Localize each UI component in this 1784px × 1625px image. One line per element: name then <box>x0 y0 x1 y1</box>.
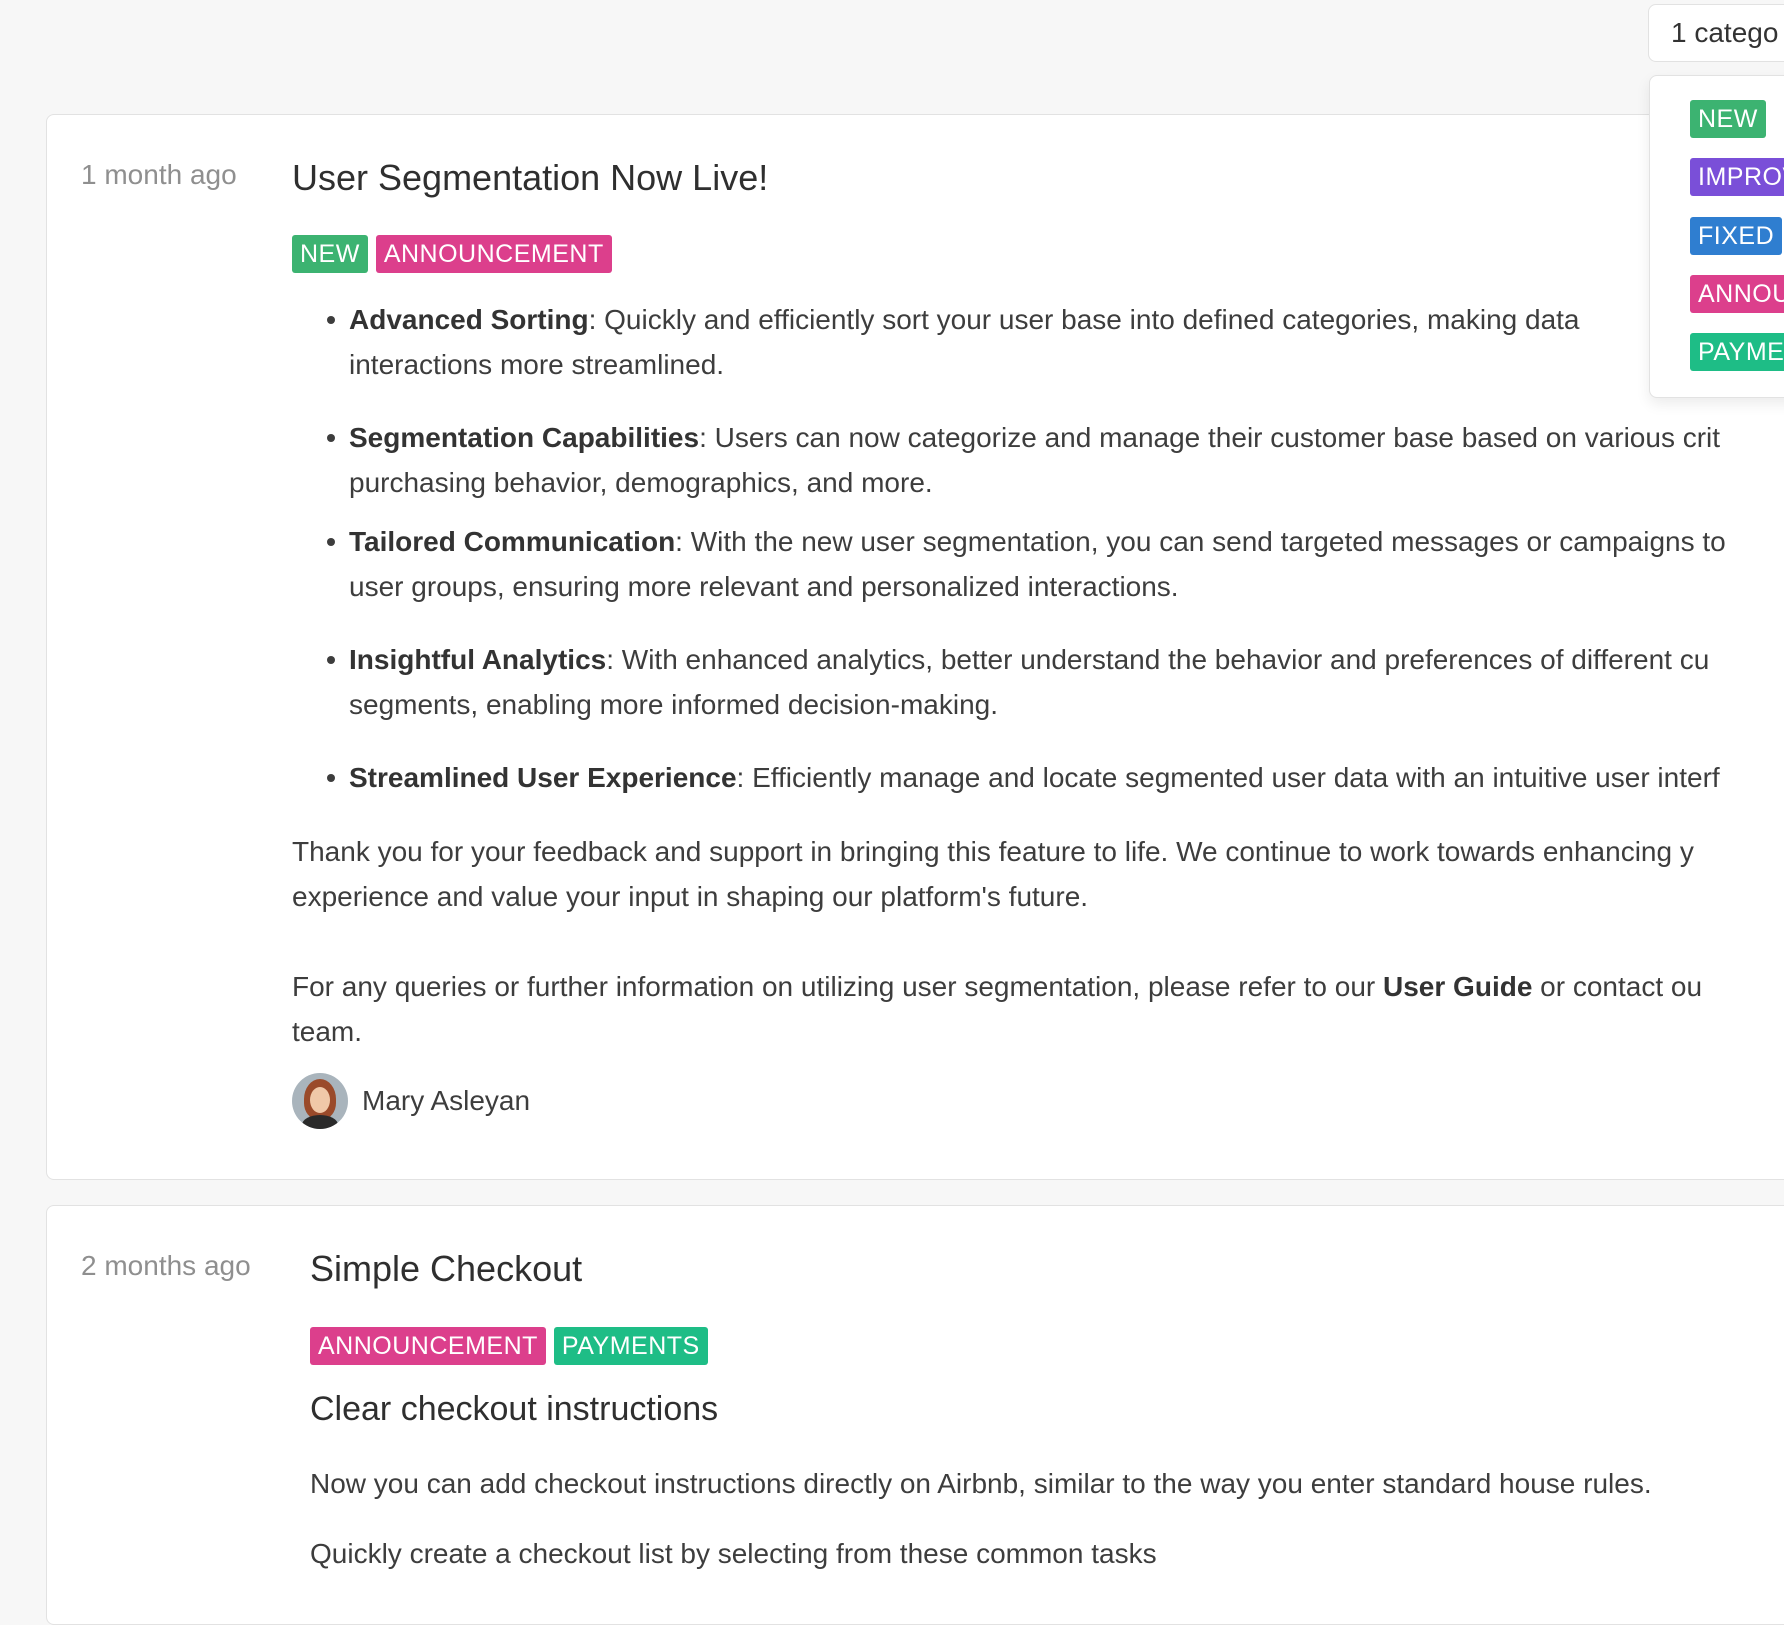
category-dropdown: NEW IMPROV FIXED ANNOU PAYMEN <box>1649 75 1784 398</box>
feature-list: Advanced Sorting: Quickly and efficientl… <box>327 297 1784 800</box>
tag-payments[interactable]: PAYMENTS <box>553 1327 708 1365</box>
post-date: 1 month ago <box>81 159 237 190</box>
feature-name: Segmentation Capabilities <box>349 422 700 453</box>
avatar <box>292 1073 348 1129</box>
post-paragraph: Now you can add checkout instructions di… <box>310 1468 1652 1499</box>
category-option-announcement[interactable]: ANNOU <box>1690 275 1784 313</box>
post-paragraph-cut: Quickly create a checkout list by select… <box>310 1538 1157 1569</box>
tag-announcement[interactable]: ANNOUNCEMENT <box>310 1327 546 1365</box>
feature-text: : Quickly and efficiently sort your user… <box>588 304 1580 335</box>
category-option-improved[interactable]: IMPROV <box>1690 158 1784 196</box>
query-text: or contact ou <box>1532 971 1703 1002</box>
post-author: Mary Asleyan <box>292 1073 530 1129</box>
query-text: team. <box>292 1016 363 1047</box>
feature-text: : Users can now categorize and manage th… <box>699 422 1721 453</box>
tag-announcement[interactable]: ANNOUNCEMENT <box>375 235 612 273</box>
post-title[interactable]: Simple Checkout <box>310 1248 582 1290</box>
feature-text: : With enhanced analytics, better unders… <box>606 644 1710 675</box>
post-card: 1 month ago User Segmentation Now Live! … <box>46 114 1784 1180</box>
thanks-paragraph: Thank you for your feedback and support … <box>292 829 1784 919</box>
post-subheading: Clear checkout instructions <box>310 1390 719 1428</box>
list-item: Tailored Communication: With the new use… <box>327 519 1784 609</box>
user-guide-link[interactable]: User Guide <box>1383 971 1532 1002</box>
category-option-fixed[interactable]: FIXED <box>1690 217 1783 255</box>
thanks-line: Thank you for your feedback and support … <box>292 836 1694 867</box>
category-option-new[interactable]: NEW <box>1690 100 1766 138</box>
query-text: For any queries or further information o… <box>292 971 1384 1002</box>
list-item: Insightful Analytics: With enhanced anal… <box>327 637 1784 727</box>
post-date: 2 months ago <box>81 1250 251 1281</box>
post-title[interactable]: User Segmentation Now Live! <box>292 157 768 199</box>
post-tags: ANNOUNCEMENT PAYMENTS <box>310 1327 708 1365</box>
thanks-line: experience and value your input in shapi… <box>292 881 1089 912</box>
feature-name: Insightful Analytics <box>349 644 607 675</box>
category-option-payments[interactable]: PAYMEN <box>1690 333 1784 371</box>
list-item: Streamlined User Experience: Efficiently… <box>327 755 1784 800</box>
list-item: Segmentation Capabilities: Users can now… <box>327 415 1784 505</box>
tag-new[interactable]: NEW <box>292 235 368 273</box>
feature-text-cont: segments, enabling more informed decisio… <box>349 689 998 720</box>
feature-name: Tailored Communication <box>349 526 676 557</box>
list-item: Advanced Sorting: Quickly and efficientl… <box>327 297 1784 387</box>
author-name: Mary Asleyan <box>362 1085 531 1116</box>
category-filter-button[interactable]: 1 catego <box>1648 4 1784 62</box>
feature-name: Streamlined User Experience <box>349 762 737 793</box>
feature-text: : Efficiently manage and locate segmente… <box>736 762 1720 793</box>
feature-text-cont: purchasing behavior, demographics, and m… <box>349 467 933 498</box>
feature-text-cont: interactions more streamlined. <box>349 349 725 380</box>
feature-name: Advanced Sorting <box>349 304 589 335</box>
feature-text-cont: user groups, ensuring more relevant and … <box>349 571 1179 602</box>
query-paragraph: For any queries or further information o… <box>292 964 1784 1054</box>
feature-text: : With the new user segmentation, you ca… <box>675 526 1726 557</box>
post-card: 2 months ago Simple Checkout ANNOUNCEMEN… <box>46 1205 1784 1625</box>
post-tags: NEW ANNOUNCEMENT <box>292 235 612 273</box>
